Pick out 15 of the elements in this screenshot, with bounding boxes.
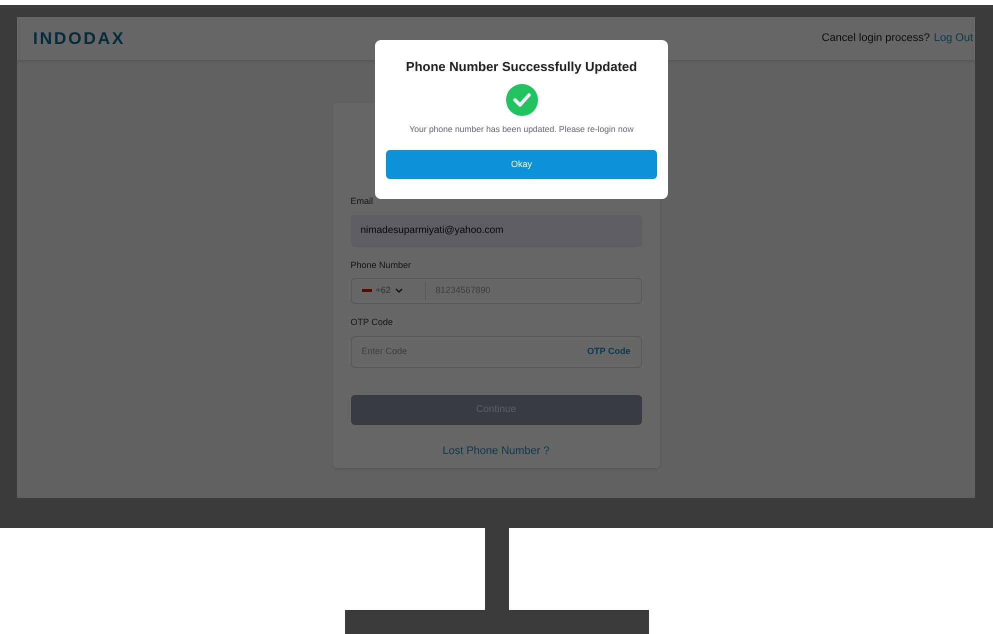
okay-button[interactable]: Okay (386, 150, 657, 180)
chevron-down-icon (394, 288, 403, 294)
otp-request-button[interactable]: OTP Code (587, 344, 630, 358)
field-label: Phone Number (350, 258, 412, 272)
flag-icon (362, 288, 372, 294)
field-label: Email (350, 195, 374, 208)
field-label: OTP Code (350, 316, 394, 329)
cancel-prompt: Cancel login process? (822, 31, 930, 46)
logo: INDODAX (33, 28, 126, 50)
email-field[interactable]: nimadesuparmiyati@yahoo.com (350, 214, 642, 246)
dialog-message: Your phone number has been updated. Please re-login now (409, 122, 634, 136)
logout-link[interactable]: Log Out (934, 30, 973, 47)
lost-phone-link[interactable]: Lost Phone Number ? (442, 442, 550, 459)
check-circle-icon (504, 82, 538, 116)
dialog-title: Phone Number Successfully Updated (406, 58, 638, 76)
